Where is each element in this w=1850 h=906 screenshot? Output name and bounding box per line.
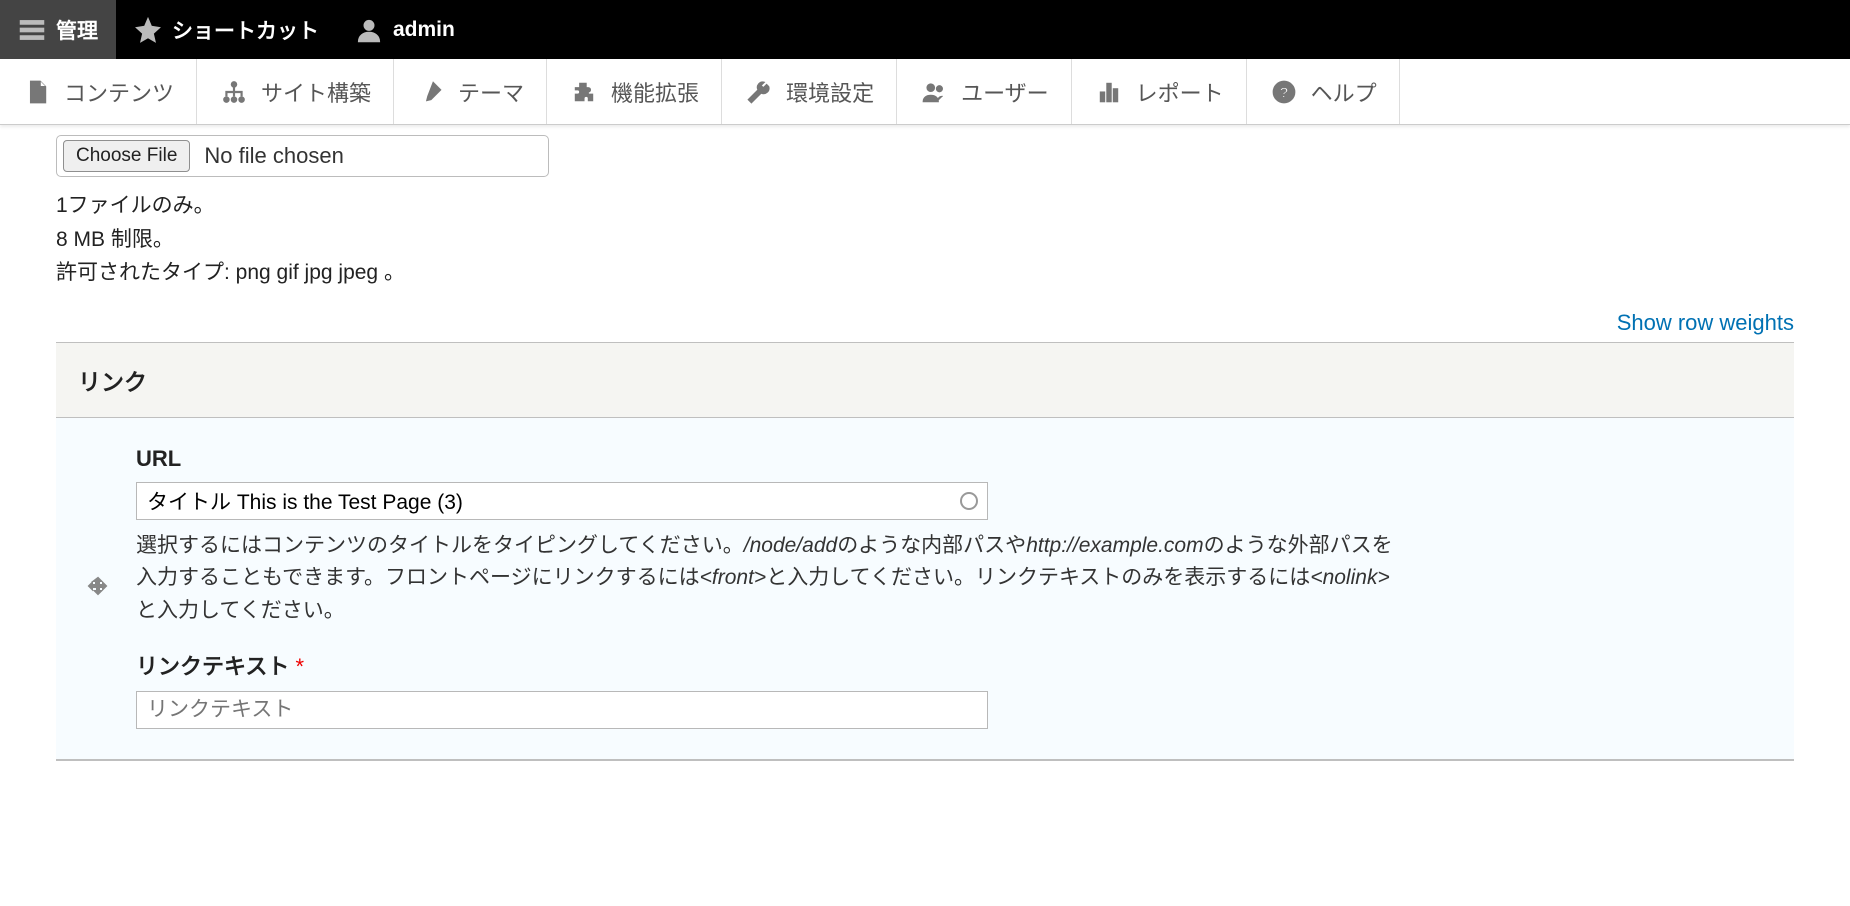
link-text-field: リンクテキスト * [136,649,1772,729]
puzzle-icon [569,77,599,107]
tab-content-label: コンテンツ [64,76,174,108]
hamburger-icon [18,16,46,44]
link-text-label: リンクテキスト * [136,649,1772,681]
tab-people[interactable]: ユーザー [897,59,1072,124]
tab-content[interactable]: コンテンツ [0,59,197,124]
file-help-line3: 許可されたタイプ: png gif jpg jpeg 。 [56,256,1794,290]
file-upload-field: Choose File No file chosen 1ファイルのみ。 8 MB… [56,135,1794,290]
help-icon: ? [1269,77,1299,107]
topbar-user[interactable]: admin [337,0,473,59]
links-section: リンク URL 選択するにはコンテンツのタイトルをタイピングしてください。/no… [56,342,1794,762]
tab-reports[interactable]: レポート [1072,59,1247,124]
move-icon [86,576,110,600]
tab-appearance-label: テーマ [458,76,524,108]
url-field: URL 選択するにはコンテンツのタイトルをタイピングしてください。/node/a… [136,446,1772,628]
bar-chart-icon [1094,77,1124,107]
topbar-shortcuts-label: ショートカット [172,15,319,45]
link-fields: URL 選択するにはコンテンツのタイトルをタイピングしてください。/node/a… [136,446,1772,730]
user-icon [355,16,383,44]
content-area: Choose File No file chosen 1ファイルのみ。 8 MB… [0,125,1850,801]
tab-structure[interactable]: サイト構築 [197,59,394,124]
file-help-line2: 8 MB 制限。 [56,223,1794,257]
svg-text:?: ? [1279,84,1288,101]
show-row-weights-link[interactable]: Show row weights [1617,310,1794,335]
tab-extend[interactable]: 機能拡張 [547,59,722,124]
tab-people-label: ユーザー [961,76,1049,108]
brush-icon [416,77,446,107]
choose-file-button[interactable]: Choose File [63,140,190,172]
tab-config[interactable]: 環境設定 [722,59,897,124]
topbar-user-label: admin [393,18,455,42]
url-input[interactable] [136,482,988,520]
required-star: * [295,654,304,679]
links-section-header: リンク [56,343,1794,418]
drag-handle[interactable] [78,576,118,600]
sitemap-icon [219,77,249,107]
tab-extend-label: 機能拡張 [611,76,699,108]
wrench-icon [744,77,774,107]
url-description: 選択するにはコンテンツのタイトルをタイピングしてください。/node/addのよ… [136,530,1396,628]
tab-help[interactable]: ? ヘルプ [1247,59,1400,124]
people-icon [919,77,949,107]
link-text-input[interactable] [136,691,988,729]
topbar-shortcuts[interactable]: ショートカット [116,0,337,59]
admin-menu-tabs: コンテンツ サイト構築 テーマ 機能拡張 環境設定 ユーザー レポート ? ヘル… [0,59,1850,125]
row-weights-toggle: Show row weights [56,310,1794,336]
topbar-manage[interactable]: 管理 [0,0,116,59]
tab-reports-label: レポート [1136,76,1224,108]
page-icon [22,77,52,107]
tab-structure-label: サイト構築 [261,76,371,108]
star-icon [134,16,162,44]
file-chosen-text: No file chosen [204,143,343,169]
file-help-line1: 1ファイルのみ。 [56,189,1794,223]
autocomplete-icon [960,492,978,510]
tab-help-label: ヘルプ [1311,76,1377,108]
tab-config-label: 環境設定 [786,76,874,108]
url-label: URL [136,446,1772,472]
admin-topbar: 管理 ショートカット admin [0,0,1850,59]
file-upload-help: 1ファイルのみ。 8 MB 制限。 許可されたタイプ: png gif jpg … [56,189,1794,290]
tab-appearance[interactable]: テーマ [394,59,547,124]
topbar-manage-label: 管理 [56,15,98,45]
links-section-body: URL 選択するにはコンテンツのタイトルをタイピングしてください。/node/a… [56,418,1794,761]
file-chooser[interactable]: Choose File No file chosen [56,135,549,177]
